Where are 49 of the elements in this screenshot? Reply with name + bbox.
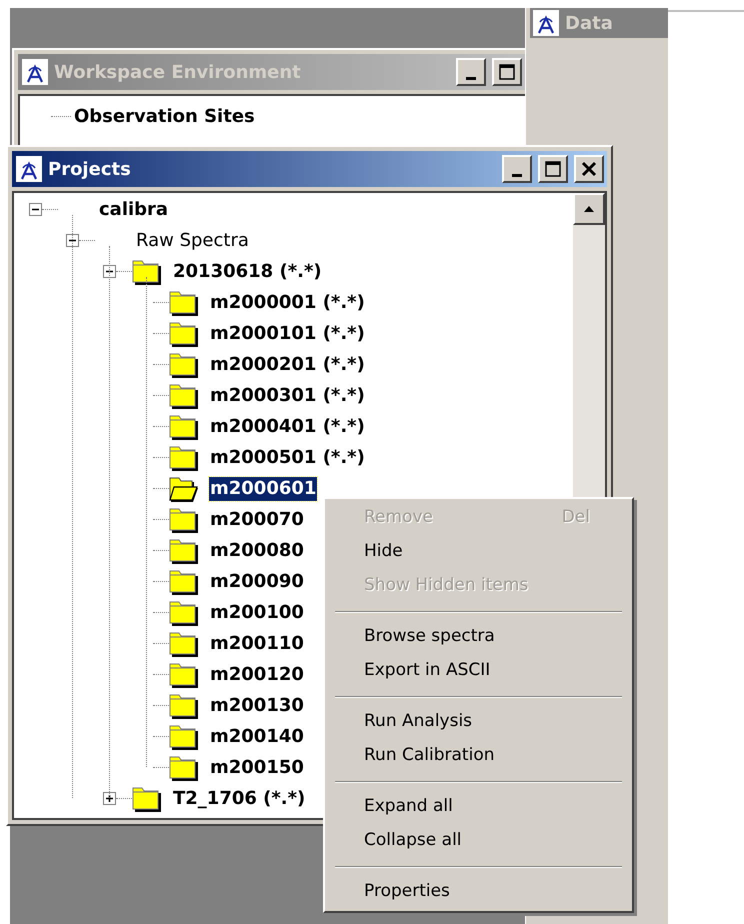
- tree-item[interactable]: m200140: [209, 724, 305, 748]
- app-logo-icon: [533, 10, 559, 36]
- collapse-icon[interactable]: [103, 265, 116, 278]
- tree-item[interactable]: m200110: [209, 632, 305, 656]
- close-button[interactable]: [574, 155, 604, 183]
- scroll-up-button[interactable]: [573, 193, 605, 225]
- tree-item[interactable]: Raw Spectra: [135, 228, 250, 252]
- tree-item[interactable]: m2000501 (*.*): [209, 446, 366, 470]
- up-arrow-icon: [583, 205, 595, 213]
- minimize-icon: [512, 174, 522, 176]
- menu-item[interactable]: Run Calibration: [327, 739, 630, 773]
- tree-item[interactable]: m2000301 (*.*): [209, 384, 366, 408]
- tree-item[interactable]: m200120: [209, 662, 305, 686]
- collapse-icon[interactable]: [29, 203, 42, 216]
- tree-item[interactable]: m2000201 (*.*): [209, 352, 366, 376]
- minimize-button[interactable]: [502, 155, 532, 183]
- menu-item[interactable]: Collapse all: [327, 824, 630, 858]
- minimize-icon: [466, 76, 476, 80]
- menu-item[interactable]: Hide: [327, 535, 630, 569]
- menu-item[interactable]: Run Analysis: [327, 705, 630, 739]
- tree-item[interactable]: m2000001 (*.*): [209, 290, 366, 314]
- menu-item[interactable]: Expand all: [327, 790, 630, 824]
- minimize-button[interactable]: [456, 58, 486, 86]
- tree-item[interactable]: 20130618 (*.*): [172, 260, 323, 284]
- tree-item[interactable]: m200080: [209, 538, 305, 562]
- tree-item[interactable]: m2000401 (*.*): [209, 414, 366, 438]
- tree-item[interactable]: m200130: [209, 694, 305, 718]
- expand-icon[interactable]: [103, 792, 116, 805]
- tree-item[interactable]: m200090: [209, 570, 305, 594]
- menu-item[interactable]: Export in ASCII: [327, 654, 630, 688]
- app-logo-icon: [16, 156, 42, 182]
- window-title: Workspace Environment: [54, 60, 301, 84]
- open-folder-icon: [169, 474, 199, 502]
- maximize-button[interactable]: [538, 155, 568, 183]
- tree-item[interactable]: m2000601: [209, 476, 318, 500]
- window-title: Projects: [48, 158, 131, 182]
- tree-item[interactable]: m200150: [209, 756, 305, 780]
- tree-item[interactable]: m200070: [209, 508, 305, 532]
- menu-item[interactable]: Browse spectra: [327, 620, 630, 654]
- maximize-button[interactable]: [492, 58, 522, 86]
- menu-item[interactable]: Properties: [327, 875, 630, 909]
- tree-item[interactable]: calibra: [98, 198, 170, 222]
- tree-item[interactable]: Observation Sites: [74, 102, 255, 130]
- tree-item[interactable]: T2_1706 (*.*): [172, 786, 306, 810]
- tree-item[interactable]: m2000101 (*.*): [209, 322, 366, 346]
- tree-item[interactable]: m200100: [209, 600, 305, 624]
- collapse-icon[interactable]: [66, 234, 79, 247]
- window-title: Data: [565, 12, 613, 36]
- app-logo-icon: [22, 59, 48, 85]
